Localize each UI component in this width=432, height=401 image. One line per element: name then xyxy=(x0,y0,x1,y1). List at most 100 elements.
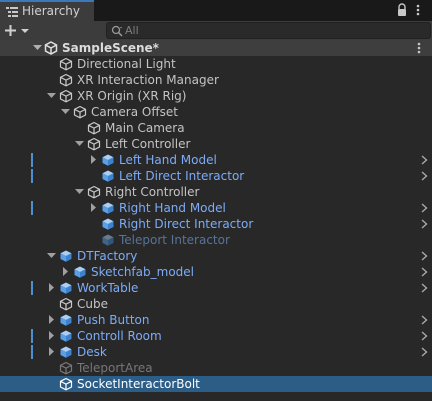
prefab-cube-icon xyxy=(60,250,72,262)
open-prefab-arrow-icon[interactable] xyxy=(421,315,428,325)
tree-item-push-button[interactable]: Push Button xyxy=(0,312,432,328)
collapsed-arrow-icon[interactable] xyxy=(47,283,56,292)
tree-item-label: Push Button xyxy=(77,313,150,327)
expand-arrow-icon[interactable] xyxy=(33,43,42,52)
tree-item-xr-interaction-manager[interactable]: XR Interaction Manager xyxy=(0,72,432,88)
tree-item-label: Left Hand Model xyxy=(119,153,217,167)
prefab-cube-icon xyxy=(102,170,114,182)
list-icon xyxy=(6,7,18,17)
open-prefab-arrow-icon[interactable] xyxy=(421,171,428,181)
prefab-cube-icon xyxy=(102,202,114,214)
prefab-cube-icon xyxy=(60,282,72,294)
tree-item-left-direct-interactor[interactable]: Left Direct Interactor xyxy=(0,168,432,184)
collapsed-arrow-icon[interactable] xyxy=(61,267,70,276)
tab-hierarchy[interactable]: Hierarchy xyxy=(0,0,94,21)
open-prefab-arrow-icon[interactable] xyxy=(421,251,428,261)
prefab-cube-icon xyxy=(74,266,86,278)
gameobject-cube-icon xyxy=(73,105,87,119)
prefab-cube-icon xyxy=(60,330,72,342)
create-dropdown-button[interactable] xyxy=(3,22,33,39)
collapsed-arrow-icon[interactable] xyxy=(89,155,98,164)
tree-item-xr-origin[interactable]: XR Origin (XR Rig) xyxy=(0,88,432,104)
prefab-cube-icon xyxy=(102,218,114,230)
open-prefab-arrow-icon[interactable] xyxy=(421,267,428,277)
collapsed-arrow-icon[interactable] xyxy=(89,203,98,212)
override-indicator xyxy=(31,281,33,295)
expand-arrow-icon[interactable] xyxy=(47,251,56,260)
gameobject-cube-icon xyxy=(59,57,73,71)
tree-item-cube[interactable]: Cube xyxy=(0,296,432,312)
window-tab-bar: Hierarchy xyxy=(0,0,432,21)
gameobject-cube-icon xyxy=(87,121,101,135)
tree-item-label: Right Controller xyxy=(105,185,200,199)
search-icon xyxy=(111,25,123,37)
collapsed-arrow-icon[interactable] xyxy=(47,331,56,340)
tree-item-right-direct-interactor[interactable]: Right Direct Interactor xyxy=(0,216,432,232)
tree-item-label: Right Direct Interactor xyxy=(119,217,254,231)
override-indicator xyxy=(31,169,33,183)
tree-item-directional-light[interactable]: Directional Light xyxy=(0,56,432,72)
tab-label: Hierarchy xyxy=(22,4,81,18)
tree-item-left-controller[interactable]: Left Controller xyxy=(0,136,432,152)
tree-item-teleport-interactor[interactable]: Teleport Interactor xyxy=(0,232,432,248)
gameobject-cube-icon xyxy=(59,73,73,87)
open-prefab-arrow-icon[interactable] xyxy=(421,203,428,213)
tree-item-label: TeleportArea xyxy=(77,361,153,375)
tree-item-socketinteractorbolt[interactable]: SocketInteractorBolt xyxy=(0,376,432,392)
scene-menu-icon[interactable] xyxy=(415,41,423,55)
tree-item-label: Right Hand Model xyxy=(119,201,226,215)
tree-item-controll-room[interactable]: Controll Room xyxy=(0,328,432,344)
tree-item-label: XR Origin (XR Rig) xyxy=(77,89,187,103)
open-prefab-arrow-icon[interactable] xyxy=(421,219,428,229)
expand-arrow-icon[interactable] xyxy=(47,91,56,100)
tree-item-sketchfab-model[interactable]: Sketchfab_model xyxy=(0,264,432,280)
collapsed-arrow-icon[interactable] xyxy=(47,347,56,356)
prefab-cube-icon xyxy=(60,314,72,326)
empty-area xyxy=(0,393,432,401)
tree-item-label: Camera Offset xyxy=(91,105,178,119)
expand-arrow-icon[interactable] xyxy=(61,107,70,116)
tree-item-left-hand-model[interactable]: Left Hand Model xyxy=(0,152,432,168)
tree-item-worktable[interactable]: WorkTable xyxy=(0,280,432,296)
override-indicator xyxy=(31,329,33,343)
open-prefab-arrow-icon[interactable] xyxy=(421,347,428,357)
hierarchy-toolbar xyxy=(0,21,432,41)
gameobject-cube-icon xyxy=(59,297,73,311)
open-prefab-arrow-icon[interactable] xyxy=(421,155,428,165)
gameobject-cube-icon xyxy=(59,377,73,391)
tree-item-label: Sketchfab_model xyxy=(91,265,194,279)
gameobject-cube-icon xyxy=(59,89,73,103)
open-prefab-arrow-icon[interactable] xyxy=(421,283,428,293)
tree-item-dtfactory[interactable]: DTFactory xyxy=(0,248,432,264)
tree-item-right-hand-model[interactable]: Right Hand Model xyxy=(0,200,432,216)
search-input[interactable] xyxy=(125,23,425,38)
collapsed-arrow-icon[interactable] xyxy=(47,315,56,324)
expand-arrow-icon[interactable] xyxy=(75,187,84,196)
tree-item-right-controller[interactable]: Right Controller xyxy=(0,184,432,200)
tree-item-label: Controll Room xyxy=(77,329,162,343)
prefab-cube-icon xyxy=(102,234,114,246)
prefab-cube-icon xyxy=(102,154,114,166)
override-indicator xyxy=(31,153,33,167)
kebab-menu-icon[interactable] xyxy=(414,3,422,17)
lock-icon[interactable] xyxy=(396,3,408,17)
tree-item-desk[interactable]: Desk xyxy=(0,344,432,360)
gameobject-cube-icon xyxy=(59,361,73,375)
tree-item-label: SocketInteractorBolt xyxy=(77,377,200,391)
override-indicator xyxy=(31,345,33,359)
tree-item-label: DTFactory xyxy=(77,249,138,263)
tree-item-label: Teleport Interactor xyxy=(119,233,230,247)
tree-item-label: WorkTable xyxy=(77,281,139,295)
unity-logo-icon xyxy=(44,41,58,55)
tree-item-camera-offset[interactable]: Camera Offset xyxy=(0,104,432,120)
scene-row[interactable]: SampleScene* xyxy=(0,40,432,56)
tree-item-main-camera[interactable]: Main Camera xyxy=(0,120,432,136)
open-prefab-arrow-icon[interactable] xyxy=(421,331,428,341)
expand-arrow-icon[interactable] xyxy=(75,139,84,148)
search-field[interactable] xyxy=(106,22,431,39)
override-indicator xyxy=(31,201,33,215)
gameobject-cube-icon xyxy=(87,185,101,199)
tree-item-teleportarea[interactable]: TeleportArea xyxy=(0,360,432,376)
tree-item-label: Left Direct Interactor xyxy=(119,169,245,183)
scene-name: SampleScene* xyxy=(62,41,159,55)
